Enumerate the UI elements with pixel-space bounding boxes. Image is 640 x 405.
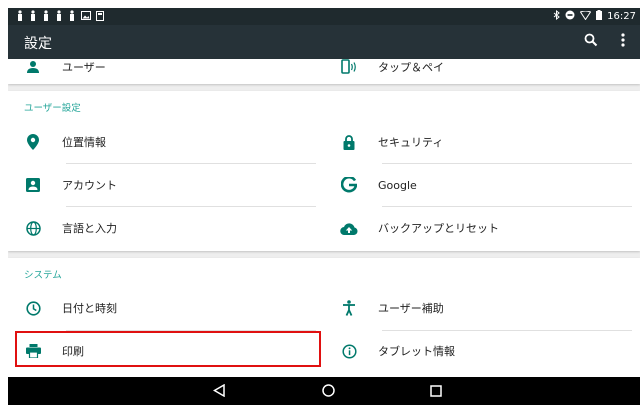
- setting-label: タブレット情報: [378, 345, 455, 358]
- device-card: ユーザー タップ＆ペイ: [8, 59, 640, 84]
- navigation-bar: [8, 377, 640, 405]
- setting-label: 言語と入力: [62, 222, 117, 235]
- info-icon: [340, 342, 358, 360]
- account-icon: [24, 176, 42, 194]
- setting-item-tablet-info[interactable]: タブレット情報: [324, 330, 640, 372]
- setting-label: 位置情報: [62, 136, 106, 149]
- system-icons: 16:27: [553, 9, 636, 23]
- section-header: ユーザー設定: [24, 103, 81, 114]
- bluetooth-icon: [553, 9, 560, 23]
- setting-item-accounts[interactable]: アカウント: [8, 164, 324, 206]
- battery-icon: [596, 10, 603, 23]
- cloud-upload-icon: [340, 219, 358, 237]
- screen: 16:27 設定 ユーザー タップ＆ペイ ユーザー設定 位置情報 セキュリティ …: [8, 8, 640, 405]
- image-icon: [81, 10, 91, 21]
- setting-label: タップ＆ペイ: [378, 61, 444, 74]
- setting-label: ユーザー: [62, 61, 106, 74]
- setting-item-date-time[interactable]: 日付と時刻: [8, 287, 324, 329]
- accessibility-icon: [340, 299, 358, 317]
- user-settings-card: ユーザー設定 位置情報 セキュリティ アカウント Google 言語と入力 バッ…: [8, 91, 640, 251]
- clock-icon: [24, 299, 42, 317]
- setting-label: アカウント: [62, 179, 117, 192]
- section-header: システム: [24, 270, 62, 281]
- setting-item-backup-reset[interactable]: バックアップとリセット: [324, 207, 640, 249]
- setting-item-accessibility[interactable]: ユーザー補助: [324, 287, 640, 329]
- notification-icon: [42, 10, 50, 21]
- do-not-disturb-icon: [565, 10, 575, 23]
- setting-item-language-input[interactable]: 言語と入力: [8, 207, 324, 249]
- sdcard-icon: [96, 10, 104, 21]
- setting-item-users[interactable]: ユーザー: [8, 46, 324, 88]
- recents-button[interactable]: [426, 382, 446, 400]
- home-button[interactable]: [318, 382, 338, 400]
- wifi-icon: [579, 10, 592, 23]
- recents-icon: [430, 382, 442, 401]
- setting-label: ユーザー補助: [378, 302, 444, 315]
- notification-icon: [55, 10, 63, 21]
- status-bar: 16:27: [8, 8, 640, 25]
- setting-item-tap-pay[interactable]: タップ＆ペイ: [324, 46, 640, 88]
- back-button[interactable]: [209, 382, 229, 400]
- home-icon: [321, 382, 335, 401]
- location-icon: [24, 133, 42, 151]
- globe-icon: [24, 219, 42, 237]
- notification-icon: [16, 10, 24, 21]
- lock-icon: [340, 133, 358, 151]
- person-icon: [24, 58, 42, 76]
- setting-item-security[interactable]: セキュリティ: [324, 121, 640, 163]
- google-icon: [340, 176, 358, 194]
- notification-icon: [29, 10, 37, 21]
- notification-icons: [16, 10, 104, 21]
- status-time: 16:27: [607, 11, 636, 22]
- setting-item-location[interactable]: 位置情報: [8, 121, 324, 163]
- setting-label: Google: [378, 178, 417, 192]
- tap-pay-icon: [340, 58, 358, 76]
- settings-list[interactable]: ユーザー タップ＆ペイ ユーザー設定 位置情報 セキュリティ アカウント Goo…: [8, 59, 640, 377]
- highlight-box: [15, 331, 321, 367]
- back-icon: [213, 382, 225, 401]
- setting-label: バックアップとリセット: [378, 222, 499, 235]
- notification-icon: [68, 10, 76, 21]
- setting-item-google[interactable]: Google: [324, 164, 640, 206]
- setting-label: セキュリティ: [378, 136, 444, 149]
- setting-label: 日付と時刻: [62, 302, 117, 315]
